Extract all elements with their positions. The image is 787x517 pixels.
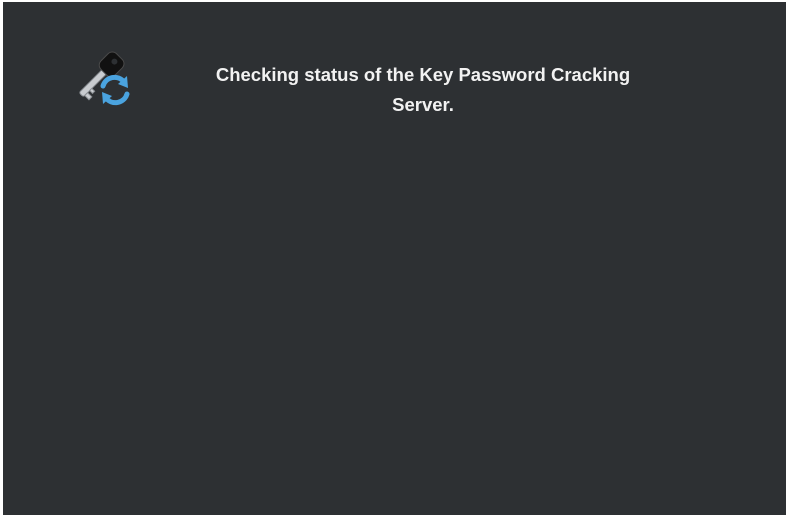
status-screen: Checking status of the Key Password Crac… [3, 2, 786, 515]
key-refresh-icon [79, 51, 130, 106]
status-message: Checking status of the Key Password Crac… [215, 64, 631, 115]
